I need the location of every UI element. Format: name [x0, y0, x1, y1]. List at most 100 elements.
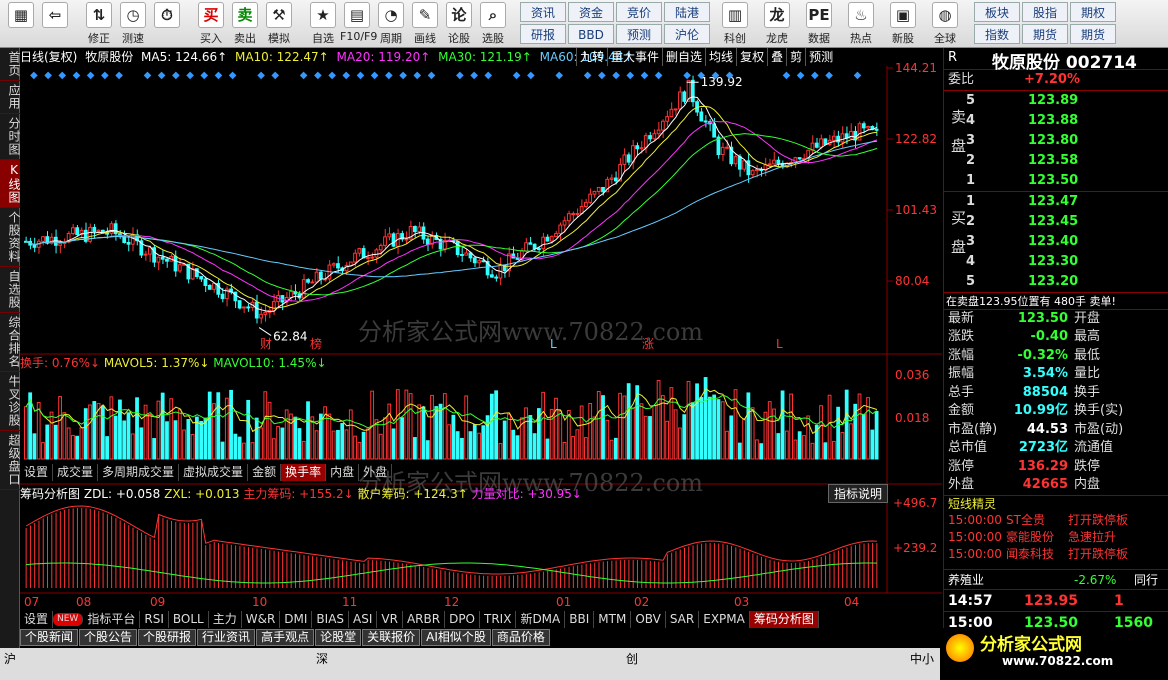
leftnav-item[interactable]: 综合排名	[0, 313, 21, 372]
toolbar-pair-button[interactable]: 指数	[974, 24, 1020, 44]
toolbar-pair-button[interactable]: BBD	[568, 24, 614, 44]
leftnav-item[interactable]: K线图	[0, 160, 21, 208]
toolbar-pair-button[interactable]: 板块	[974, 2, 1020, 22]
toolbar-pair-button[interactable]: 股指	[1022, 2, 1068, 22]
sprite-row[interactable]: 15:00:00 ST全贵 打开跌停板	[944, 512, 1168, 529]
ind-tab[interactable]: TRIX	[480, 611, 517, 628]
news-tab[interactable]: 个股新闻	[20, 629, 79, 646]
ind-tab[interactable]: BOLL	[169, 611, 209, 628]
ind-tab[interactable]: ARBR	[403, 611, 446, 628]
ind-tab[interactable]: ASI	[349, 611, 378, 628]
toolbar-pair-button[interactable]: 资讯	[520, 2, 566, 22]
news-tab[interactable]: 高手观点	[256, 629, 315, 646]
sprite-row[interactable]: 15:00:00 闻泰科技 打开跌停板	[944, 546, 1168, 563]
ask-row[interactable]: 3 123.80	[944, 131, 1168, 151]
vol-tab[interactable]: 成交量	[53, 464, 99, 481]
ind-tab[interactable]: W&R	[242, 611, 281, 628]
cy-index-label[interactable]: 创	[626, 650, 638, 667]
buy-button[interactable]: 买买入	[194, 2, 228, 46]
leftnav-item[interactable]: 应用	[0, 81, 21, 114]
toolbar-pair-button[interactable]: 陆港	[664, 2, 710, 22]
bid-row[interactable]: 4 123.30	[944, 252, 1168, 272]
leftnav-item[interactable]: 自选股	[0, 267, 21, 313]
ind-tab[interactable]: EXPMA	[699, 611, 750, 628]
grid-button[interactable]: ▦	[4, 2, 38, 46]
pencil-button[interactable]: ✎ 画线	[408, 2, 442, 46]
f10-button[interactable]: ▤ F10/F9	[340, 2, 377, 46]
chart-area[interactable]: 日线(复权) 牧原股份 MA5: 124.66↑ MA10: 122.47↑ M…	[20, 48, 942, 628]
gavel-button[interactable]: ⚒ 模拟	[262, 2, 296, 46]
toolbar-pair-button[interactable]: 预测	[616, 24, 662, 44]
sz-index-label[interactable]: 深	[316, 650, 328, 667]
ind-tab[interactable]: 指标平台	[83, 611, 141, 628]
ind-tab[interactable]: BIAS	[312, 611, 350, 628]
vol-tab[interactable]: 内盘	[326, 464, 360, 481]
ind-tab[interactable]: NEW	[53, 613, 84, 626]
sprite-title[interactable]: 短线精灵	[944, 494, 1168, 512]
ind-tab[interactable]: DPO	[445, 611, 480, 628]
ind-tab[interactable]: BBI	[565, 611, 595, 628]
vol-tab[interactable]: 多周期成交量	[98, 464, 180, 481]
bid-row[interactable]: 5 123.20	[944, 272, 1168, 292]
globe-button[interactable]: ◍ 全球	[928, 2, 962, 46]
ind-tab[interactable]: VR	[377, 611, 403, 628]
toolbar-pair-button[interactable]: 期货	[1070, 24, 1116, 44]
ind-tab[interactable]: DMI	[280, 611, 313, 628]
bid-row[interactable]: 3 123.40	[944, 232, 1168, 252]
dragon-button[interactable]: 龙龙虎	[760, 2, 794, 46]
bid-row[interactable]: 1 123.47	[944, 192, 1168, 212]
sprite-row[interactable]: 15:00:00 豪能股份 急速拉升	[944, 529, 1168, 546]
vol-tab[interactable]: 金额	[248, 464, 282, 481]
leftnav-item[interactable]: 超级盘口	[0, 431, 21, 490]
back-arrow-button[interactable]: ⇦	[38, 2, 72, 46]
ask-row[interactable]: 4 123.88	[944, 111, 1168, 131]
sh-index-label[interactable]: 沪	[4, 650, 16, 667]
ind-tab[interactable]: RSI	[140, 611, 169, 628]
chart-button[interactable]: ▥ 科创	[718, 2, 752, 46]
discuss-button[interactable]: 论论股	[442, 2, 476, 46]
ind-tab[interactable]: SAR	[666, 611, 700, 628]
ask-row[interactable]: 2 123.58	[944, 151, 1168, 171]
industry-row[interactable]: 养殖业 -2.67% 同行	[944, 568, 1168, 589]
sell-button[interactable]: 卖卖出	[228, 2, 262, 46]
vol-tab[interactable]: 设置	[20, 464, 54, 481]
period-button[interactable]: ◔ 周期	[374, 2, 408, 46]
clock-button[interactable]: ⏱	[150, 2, 184, 46]
news-tab[interactable]: AI相似个股	[421, 629, 491, 646]
magnifier-button[interactable]: ⌕ 选股	[476, 2, 510, 46]
timer-button[interactable]: ◷ 测速	[116, 2, 150, 46]
toolbar-pair-button[interactable]: 期货	[1022, 24, 1068, 44]
ind-tab[interactable]: 筹码分析图	[749, 611, 819, 628]
toolbar-pair-button[interactable]: 资金	[568, 2, 614, 22]
ask-row[interactable]: 1 123.50	[944, 171, 1168, 191]
news-tab[interactable]: 关联报价	[362, 629, 421, 646]
ask-row[interactable]: 5 123.89	[944, 91, 1168, 111]
star-button[interactable]: ★ 自选	[306, 2, 340, 46]
news-tab[interactable]: 个股研报	[138, 629, 197, 646]
leftnav-item[interactable]: 个股资料	[0, 208, 21, 267]
vol-tab[interactable]: 虚拟成交量	[179, 464, 249, 481]
toolbar-pair-button[interactable]: 沪伦	[664, 24, 710, 44]
ind-tab[interactable]: MTM	[594, 611, 632, 628]
bid-row[interactable]: 2 123.45	[944, 212, 1168, 232]
fire-button[interactable]: ♨ 热点	[844, 2, 878, 46]
toolbar-pair-button[interactable]: 研报	[520, 24, 566, 44]
ind-tab[interactable]: 新DMA	[516, 611, 566, 628]
news-tab[interactable]: 行业资讯	[197, 629, 256, 646]
pe-button[interactable]: PE 数据	[802, 2, 836, 46]
up-down-button[interactable]: ⇅ 修正	[82, 2, 116, 46]
zx-index-label[interactable]: 中小	[910, 650, 934, 667]
leftnav-item[interactable]: 分时图	[0, 114, 21, 160]
ind-tab[interactable]: OBV	[631, 611, 666, 628]
ind-tab[interactable]: 设置	[20, 611, 54, 628]
leftnav-item[interactable]: 首页	[0, 48, 21, 81]
calendar-button[interactable]: ▣ 新股	[886, 2, 920, 46]
vol-tab[interactable]: 换手率	[281, 464, 327, 481]
toolbar-pair-button[interactable]: 竞价	[616, 2, 662, 22]
leftnav-item[interactable]: 牛叉诊股	[0, 372, 21, 431]
vol-tab[interactable]: 外盘	[359, 464, 393, 481]
news-tab[interactable]: 个股公告	[79, 629, 138, 646]
kline-chart[interactable]: 144.21 122.82 101.43 80.04 0.036 0.018 +496.7 +…	[20, 48, 942, 628]
toolbar-pair-button[interactable]: 期权	[1070, 2, 1116, 22]
news-tab[interactable]: 论股堂	[315, 629, 362, 646]
